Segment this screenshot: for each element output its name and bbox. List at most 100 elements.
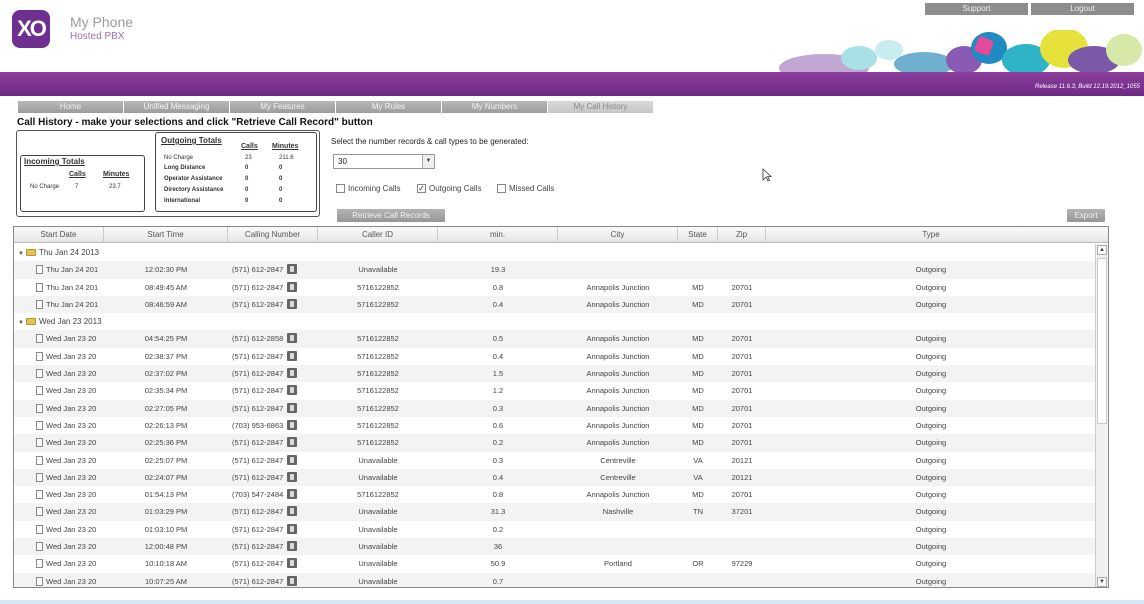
- column-header-city[interactable]: City: [558, 227, 678, 243]
- document-icon: [36, 576, 43, 586]
- cell-state: [678, 521, 718, 538]
- document-icon: [36, 524, 43, 534]
- tab-my-numbers[interactable]: My Numbers: [442, 101, 548, 113]
- support-link[interactable]: Support: [925, 3, 1029, 15]
- table-row[interactable]: Wed Jan 23 20 02:38:37 PM (571) 612-2847 57…: [14, 348, 1096, 365]
- table-row[interactable]: Thu Jan 24 201 08:49:45 AM (571) 612-2847 5…: [14, 279, 1096, 296]
- table-row[interactable]: Wed Jan 23 20 02:25:36 PM (571) 612-2847 57…: [14, 434, 1096, 452]
- outgoing-row-label: Operator Assistance: [164, 176, 223, 182]
- cell-text: 0.2: [492, 524, 504, 534]
- column-header-calling-number[interactable]: Calling Number: [228, 227, 318, 243]
- cell-caller-id: 5716122852: [318, 400, 438, 417]
- record-count-select[interactable]: 30 ▼: [333, 154, 435, 169]
- tab-home[interactable]: Home: [18, 101, 124, 113]
- export-button[interactable]: Export: [1067, 209, 1105, 222]
- phone-icon[interactable]: [287, 506, 298, 517]
- cell-caller-id: 5716122852: [318, 417, 438, 434]
- incoming-row-calls: 7: [75, 184, 79, 190]
- scroll-up-icon[interactable]: ▲: [1097, 245, 1107, 255]
- phone-icon[interactable]: [287, 333, 298, 344]
- column-header-zip[interactable]: Zip: [718, 227, 766, 243]
- table-row[interactable]: Thu Jan 24 201 08:46:59 AM (571) 612-2847 5…: [14, 295, 1096, 314]
- tab-unified-messaging[interactable]: Unified Messaging: [124, 101, 230, 113]
- cell-text: MD: [692, 490, 704, 500]
- phone-icon[interactable]: [287, 350, 298, 361]
- group-label[interactable]: ▼ Wed Jan 23 2013: [18, 313, 102, 332]
- logout-link[interactable]: Logout: [1031, 3, 1135, 15]
- tab-my-rules[interactable]: My Rules: [336, 101, 442, 113]
- cell-text: (571) 612-2847: [232, 576, 284, 586]
- expand-triangle-icon[interactable]: ▼: [18, 320, 24, 326]
- cell-text: 0.4: [492, 472, 504, 482]
- table-row[interactable]: Wed Jan 23 20 02:37:02 PM (571) 612-2847 57…: [14, 365, 1096, 383]
- cell-text: 02:25:36 PM: [144, 438, 188, 448]
- table-row[interactable]: Wed Jan 23 20 01:03:10 PM (571) 612-2847 Un…: [14, 521, 1096, 538]
- phone-icon[interactable]: [287, 575, 298, 586]
- group-row[interactable]: ▼ Thu Jan 24 2013: [14, 244, 1096, 261]
- table-row[interactable]: Thu Jan 24 201 12:02:30 PM (571) 612-2847 U…: [14, 261, 1096, 279]
- phone-icon[interactable]: [287, 454, 298, 465]
- cell-state: [678, 538, 718, 555]
- checkbox-icon[interactable]: [336, 184, 345, 193]
- cell-text: (571) 612-2847: [232, 507, 284, 517]
- phone-icon[interactable]: [287, 419, 298, 430]
- incoming-calls-checkbox[interactable]: Incoming Calls: [336, 184, 400, 193]
- table-row[interactable]: Wed Jan 23 20 12:00:48 PM (571) 612-2847 Un…: [14, 538, 1096, 556]
- group-label[interactable]: ▼ Thu Jan 24 2013: [18, 244, 99, 263]
- call-history-grid: Start Date Start Time Calling Number Cal…: [13, 226, 1109, 588]
- cell-text: 01:03:29 PM: [144, 507, 188, 517]
- cell-text: 02:25:07 PM: [144, 455, 188, 465]
- missed-calls-checkbox[interactable]: Missed Calls: [497, 184, 554, 193]
- phone-icon[interactable]: [287, 385, 298, 396]
- tab-my-call-history[interactable]: My Call History: [548, 101, 654, 113]
- phone-icon[interactable]: [287, 298, 298, 309]
- column-header-start-time[interactable]: Start Time: [104, 227, 228, 243]
- scroll-thumb[interactable]: [1097, 258, 1107, 424]
- column-header-start-date[interactable]: Start Date: [14, 227, 104, 243]
- retrieve-call-records-button[interactable]: Retrieve Call Records: [337, 209, 445, 222]
- phone-icon[interactable]: [287, 558, 298, 569]
- column-header-caller-id[interactable]: Caller ID: [318, 227, 438, 243]
- table-row[interactable]: Wed Jan 23 20 01:54:13 PM (703) 547-2484 57…: [14, 486, 1096, 503]
- table-row[interactable]: Wed Jan 23 20 02:27:05 PM (571) 612-2847 57…: [14, 399, 1096, 417]
- cell-text: 20121: [731, 472, 753, 482]
- phone-icon[interactable]: [287, 402, 298, 413]
- phone-icon[interactable]: [287, 471, 298, 482]
- outgoing-row-calls: 0: [245, 176, 249, 182]
- phone-icon[interactable]: [287, 541, 298, 552]
- cell-caller-id: 5716122852: [318, 365, 438, 382]
- checkbox-checked-icon[interactable]: ✓: [417, 184, 426, 193]
- phone-icon[interactable]: [287, 264, 298, 275]
- table-row[interactable]: Wed Jan 23 20 02:24:07 PM (571) 612-2847 Un…: [14, 468, 1096, 487]
- outgoing-calls-checkbox[interactable]: ✓ Outgoing Calls: [417, 184, 481, 193]
- vertical-scrollbar[interactable]: ▲ ▼: [1095, 244, 1108, 587]
- table-row[interactable]: Wed Jan 23 20 10:10:18 AM (571) 612-2847 Un…: [14, 555, 1096, 572]
- document-icon: [36, 490, 43, 500]
- column-header-type[interactable]: Type: [766, 227, 1096, 243]
- phone-icon[interactable]: [287, 281, 298, 292]
- table-row[interactable]: Wed Jan 23 20 02:35:34 PM (571) 612-2847 57…: [14, 382, 1096, 399]
- cell-time: 01:03:29 PM: [104, 503, 228, 520]
- tab-my-features[interactable]: My Features: [230, 101, 336, 113]
- table-row[interactable]: Wed Jan 23 20 02:25:07 PM (571) 612-2847 Un…: [14, 452, 1096, 469]
- phone-icon[interactable]: [287, 489, 298, 500]
- phone-icon[interactable]: [287, 437, 298, 448]
- checkbox-icon[interactable]: [497, 184, 506, 193]
- column-header-state[interactable]: State: [678, 227, 718, 243]
- expand-triangle-icon[interactable]: ▼: [18, 251, 24, 257]
- outgoing-row-calls: 23: [245, 155, 252, 161]
- cell-number: (571) 612-2847: [232, 452, 322, 469]
- table-row[interactable]: Wed Jan 23 20 02:26:13 PM (703) 953-6863 57…: [14, 417, 1096, 434]
- table-row[interactable]: Wed Jan 23 20 04:54:25 PM (571) 612-2858 57…: [14, 330, 1096, 348]
- phone-icon[interactable]: [287, 523, 298, 534]
- chevron-down-icon[interactable]: ▼: [422, 155, 434, 168]
- group-row[interactable]: ▼ Wed Jan 23 2013: [14, 313, 1096, 330]
- table-row[interactable]: Wed Jan 23 20 10:07:25 AM (571) 612-2847 Un…: [14, 572, 1096, 587]
- cell-text: 0.4: [492, 351, 504, 361]
- table-row[interactable]: Wed Jan 23 20 01:03:29 PM (571) 612-2847 Un…: [14, 503, 1096, 521]
- cell-min: 0.8: [438, 486, 558, 503]
- column-header-min[interactable]: min.: [438, 227, 558, 243]
- cell-text: 0.7: [492, 576, 504, 586]
- scroll-down-icon[interactable]: ▼: [1097, 577, 1107, 587]
- phone-icon[interactable]: [287, 368, 298, 379]
